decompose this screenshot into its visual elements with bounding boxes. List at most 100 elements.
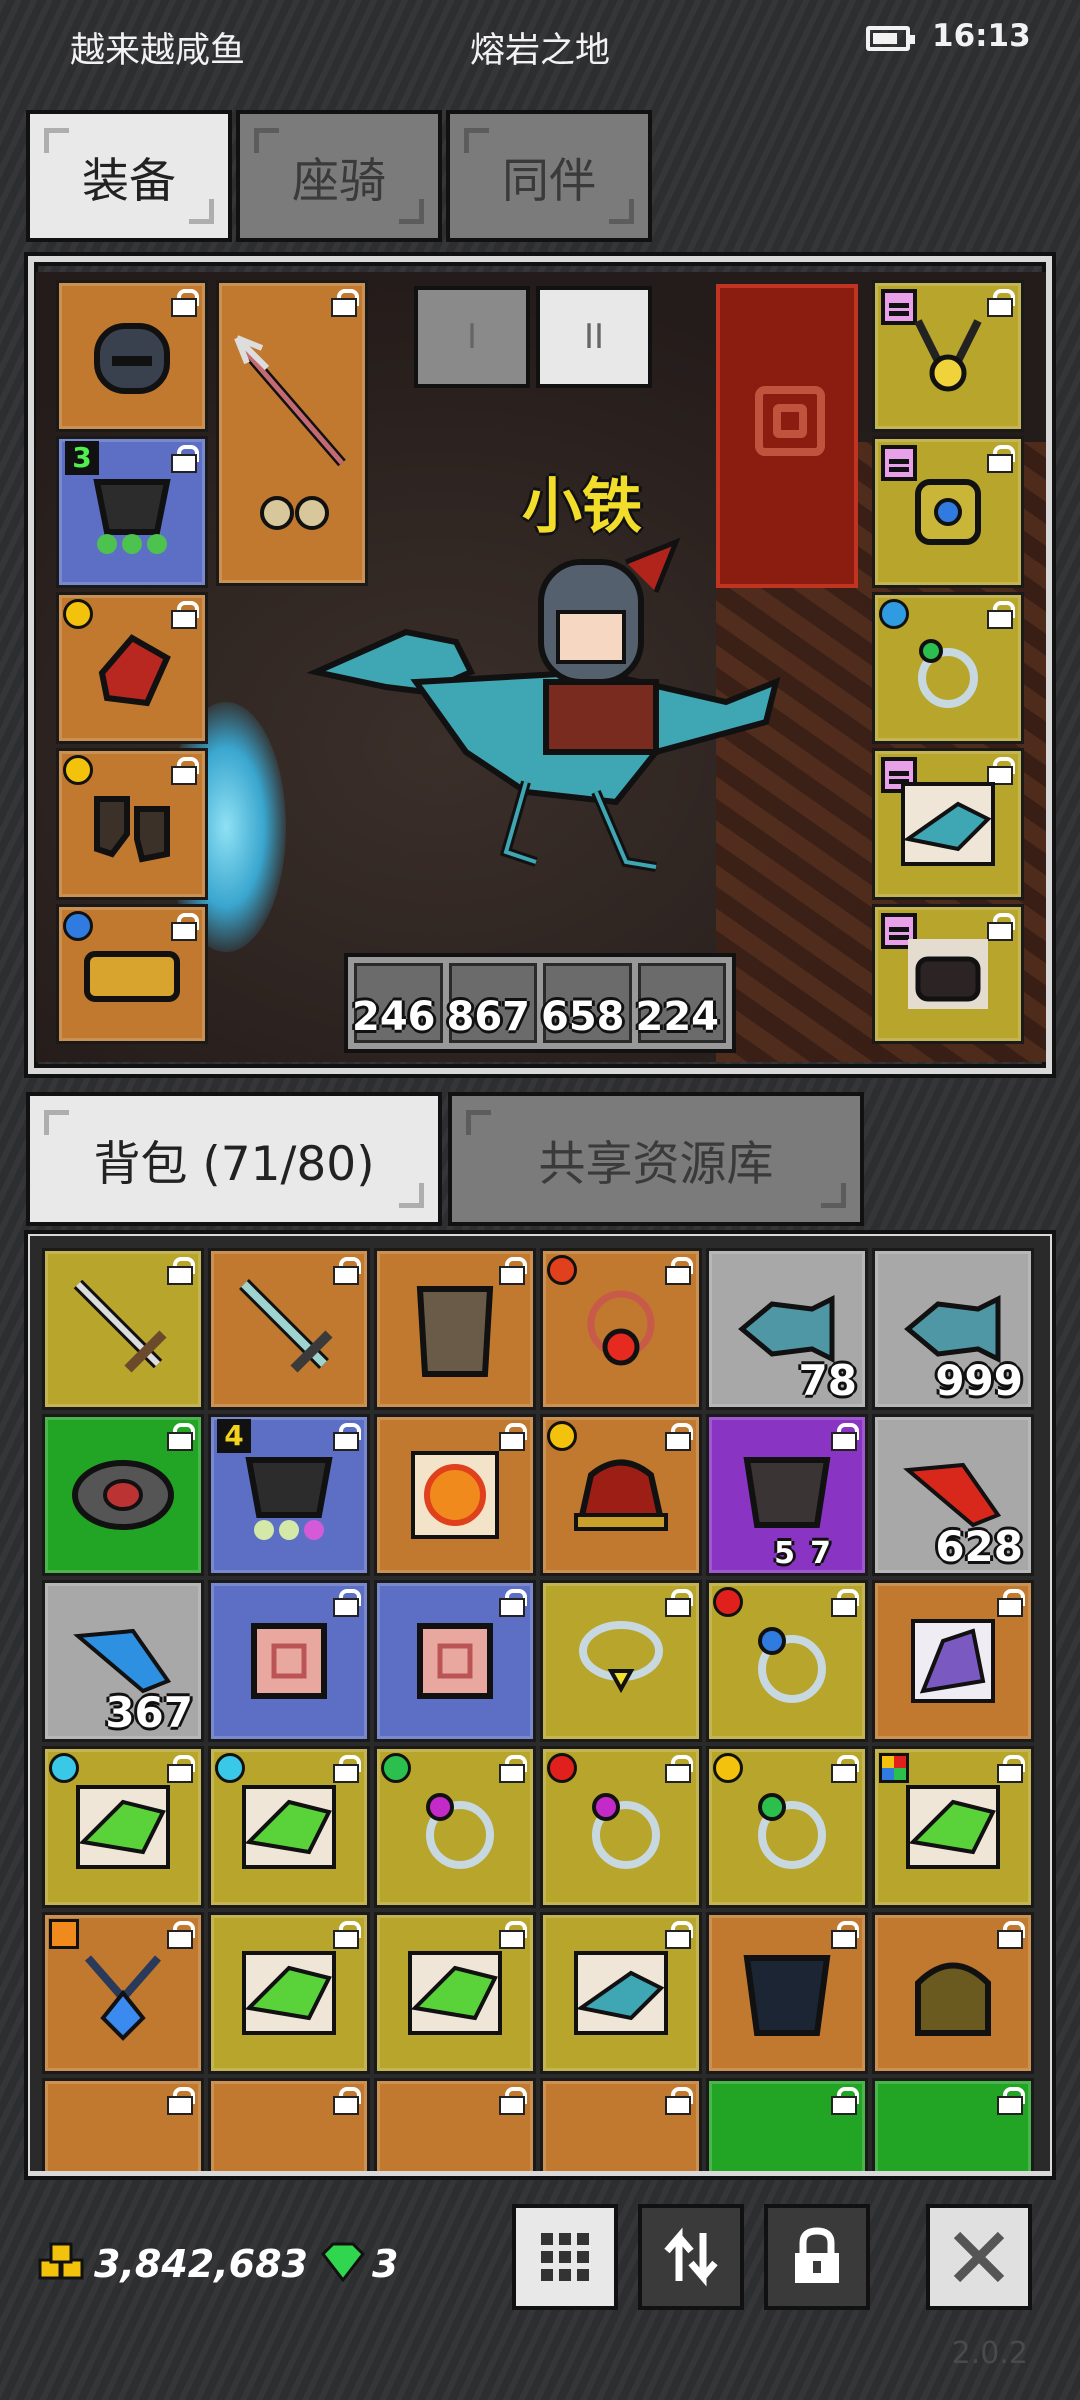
clock-time: 16:13: [932, 18, 1031, 54]
lizard-scroll-icon: [906, 1785, 1000, 1869]
bag-slot[interactable]: [706, 1746, 868, 1908]
gem-multicolor-icon: [879, 1753, 909, 1783]
slot-mask[interactable]: [872, 904, 1024, 1044]
scroll-icon: [251, 1623, 327, 1699]
lock-toggle-button[interactable]: [764, 2204, 870, 2310]
bag-slot[interactable]: [208, 1248, 370, 1410]
bag-slot[interactable]: [42, 1912, 204, 2074]
bag-slot[interactable]: [872, 1746, 1034, 1908]
necklace-icon: [587, 1290, 655, 1366]
lock-icon: [333, 289, 359, 315]
slot-boots[interactable]: [56, 748, 208, 900]
lock-icon: [335, 1755, 361, 1781]
bag-slot[interactable]: [42, 1414, 204, 1576]
sort-grid-button[interactable]: [512, 2204, 618, 2310]
bag-slot[interactable]: [872, 1580, 1034, 1742]
slot-helmet[interactable]: [56, 280, 208, 432]
bag-slot[interactable]: [374, 1414, 536, 1576]
lock-icon: [335, 1921, 361, 1947]
tab-backpack[interactable]: 背包 (71/80): [26, 1092, 442, 1226]
bag-slot[interactable]: [374, 2078, 536, 2171]
tier-2-button[interactable]: II: [536, 286, 652, 388]
slot-gloves[interactable]: [56, 592, 208, 744]
slot-pet-egg[interactable]: [872, 748, 1024, 900]
lock-icon: [169, 1755, 195, 1781]
lock-icon: [501, 2087, 527, 2113]
lizard-scroll-icon: [408, 1951, 502, 2035]
potion-slot-mp[interactable]: 867: [447, 963, 537, 1043]
bag-slot[interactable]: 628: [872, 1414, 1034, 1576]
lock-icon: [501, 1589, 527, 1615]
backpack-grid: 78 999 4 57 628 367: [42, 1248, 1034, 2171]
swap-button[interactable]: [638, 2204, 744, 2310]
bag-slot[interactable]: [208, 1912, 370, 2074]
bag-slot[interactable]: [374, 1580, 536, 1742]
bag-slot[interactable]: 57: [706, 1414, 868, 1576]
bag-slot[interactable]: [706, 1580, 868, 1742]
diamond-amount: 3: [372, 2242, 399, 2286]
version-label: 2.0.2: [951, 2336, 1028, 2371]
item-count: 367: [105, 1688, 193, 1737]
tier-1-button[interactable]: I: [414, 286, 530, 388]
bag-slot[interactable]: [706, 2078, 868, 2171]
bag-slot[interactable]: [42, 1746, 204, 1908]
map-name: 熔岩之地: [470, 31, 611, 71]
lizard-scroll-icon: [76, 1785, 170, 1869]
bag-slot[interactable]: [208, 2078, 370, 2171]
bag-slot[interactable]: [540, 2078, 702, 2171]
unicorn-card-icon: [911, 1619, 995, 1703]
bag-slot[interactable]: [540, 1248, 702, 1410]
bag-slot[interactable]: [872, 2078, 1034, 2171]
slot-necklace[interactable]: [872, 280, 1024, 432]
bag-slot[interactable]: [374, 1912, 536, 2074]
bag-slot[interactable]: [540, 1746, 702, 1908]
bag-slot[interactable]: [208, 1746, 370, 1908]
bag-slot[interactable]: [540, 1580, 702, 1742]
item-count: 628: [935, 1522, 1023, 1571]
bag-slot[interactable]: [374, 1746, 536, 1908]
bag-slot[interactable]: [706, 1912, 868, 2074]
bag-slot[interactable]: 4: [208, 1414, 370, 1576]
slot-belt[interactable]: [56, 904, 208, 1044]
tab-companion[interactable]: 同伴: [446, 110, 652, 242]
lock-icon: [833, 2087, 859, 2113]
slot-armor[interactable]: 3: [56, 436, 208, 588]
potion-slot-4[interactable]: 224: [635, 963, 726, 1043]
bag-slot[interactable]: [540, 1912, 702, 2074]
slot-ring-1[interactable]: [872, 592, 1024, 744]
bag-slot[interactable]: [374, 1248, 536, 1410]
slot-amulet[interactable]: [872, 436, 1024, 588]
bag-slot[interactable]: 367: [42, 1580, 204, 1742]
bag-slot[interactable]: 78: [706, 1248, 868, 1410]
tab-mount[interactable]: 座骑: [236, 110, 442, 242]
gold-coins-icon: [38, 2242, 84, 2280]
bag-slot[interactable]: [42, 1248, 204, 1410]
potion-count: 224: [635, 994, 720, 1040]
chest-armor-icon: [416, 1286, 494, 1377]
lock-icon: [667, 1921, 693, 1947]
potion-bar: 246 867 658 224: [344, 953, 736, 1053]
gold-amount: 3,842,683: [94, 2242, 308, 2286]
bag-slot[interactable]: 999: [872, 1248, 1034, 1410]
bag-slot[interactable]: [42, 2078, 204, 2171]
tab-shared-storage[interactable]: 共享资源库: [448, 1092, 864, 1226]
bag-slot[interactable]: [540, 1414, 702, 1576]
fire-scroll-icon: [411, 1451, 499, 1539]
emerald-icon: [321, 2242, 365, 2282]
potion-slot-hp[interactable]: 246: [352, 963, 443, 1043]
item-count: 5: [774, 1536, 795, 1571]
belt-icon: [72, 1460, 174, 1530]
close-button[interactable]: [926, 2204, 1032, 2310]
tab-equipment[interactable]: 装备: [26, 110, 232, 242]
ring-icon: [592, 1793, 660, 1869]
slot-weapon[interactable]: [216, 280, 368, 586]
item-count: 999: [935, 1356, 1023, 1405]
lock-icon: [335, 2087, 361, 2113]
lock-icon: [795, 2227, 839, 2283]
lock-icon: [667, 2087, 693, 2113]
bag-slot[interactable]: [872, 1912, 1034, 2074]
bag-slot[interactable]: [208, 1580, 370, 1742]
potion-slot-3[interactable]: 658: [541, 963, 632, 1043]
lock-icon: [335, 1589, 361, 1615]
character-on-raptor[interactable]: [296, 522, 816, 922]
